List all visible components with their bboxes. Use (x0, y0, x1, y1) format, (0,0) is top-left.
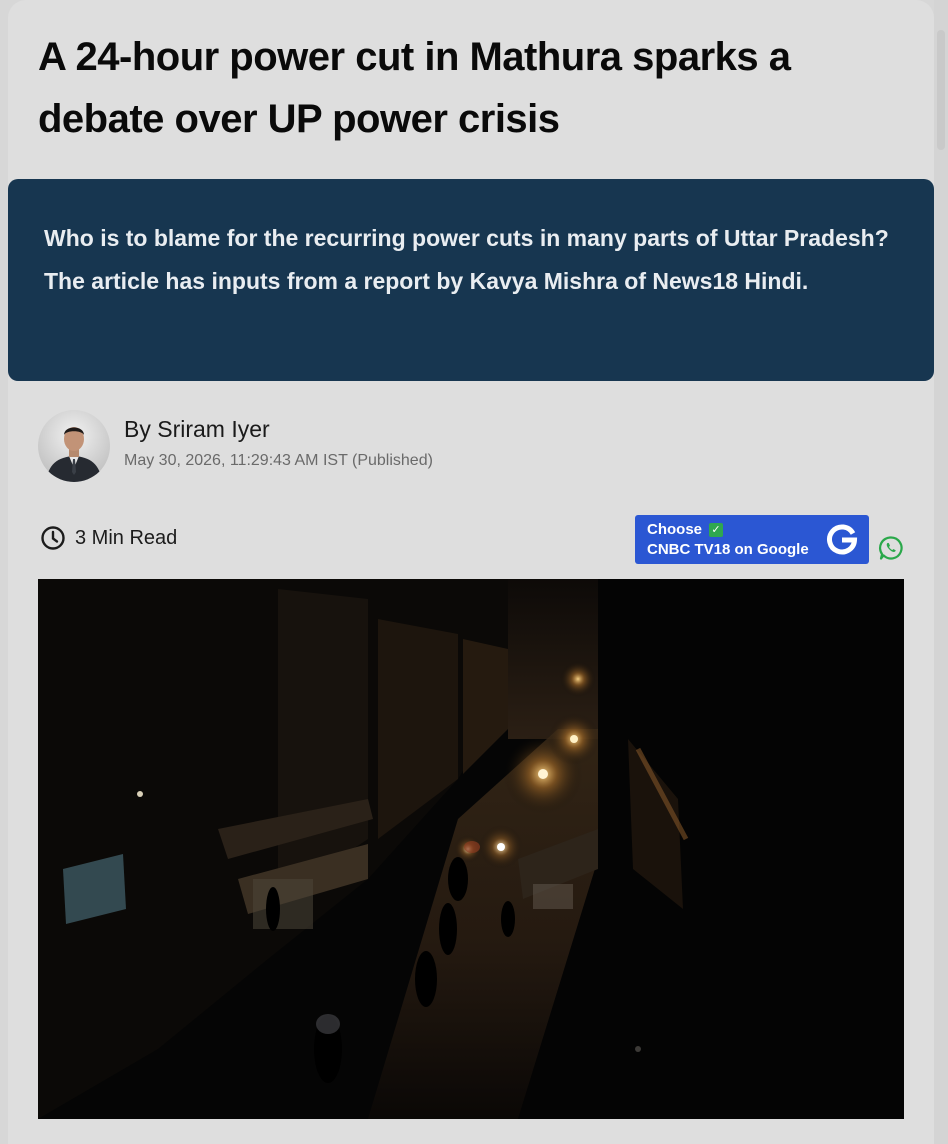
google-g-icon (825, 521, 859, 555)
publish-date: May 30, 2026, 11:29:43 AM IST (Published… (124, 452, 433, 469)
author-avatar[interactable] (38, 410, 110, 482)
article-page: A 24-hour power cut in Mathura sparks a … (0, 0, 948, 1144)
clock-icon (40, 525, 66, 551)
choose-on-google-button[interactable]: Choose ✓ CNBC TV18 on Google (635, 515, 869, 564)
article-summary-text: Who is to blame for the recurring power … (44, 225, 889, 294)
google-cta-line1: Choose (647, 521, 703, 538)
whatsapp-icon[interactable] (878, 535, 904, 561)
check-icon: ✓ (709, 523, 724, 537)
article-headline: A 24-hour power cut in Mathura sparks a … (38, 35, 791, 141)
author-block: By Sriram Iyer May 30, 2026, 11:29:43 AM… (38, 410, 433, 482)
article-summary-box: Who is to blame for the recurring power … (8, 179, 934, 381)
scrollbar[interactable] (934, 0, 948, 1144)
hero-image (38, 579, 904, 1119)
scrollbar-thumb[interactable] (937, 30, 945, 150)
author-meta: By Sriram Iyer May 30, 2026, 11:29:43 AM… (124, 412, 433, 472)
author-name[interactable]: By Sriram Iyer (124, 412, 433, 446)
read-time-label: 3 Min Read (75, 526, 178, 549)
read-time: 3 Min Read (40, 524, 177, 552)
